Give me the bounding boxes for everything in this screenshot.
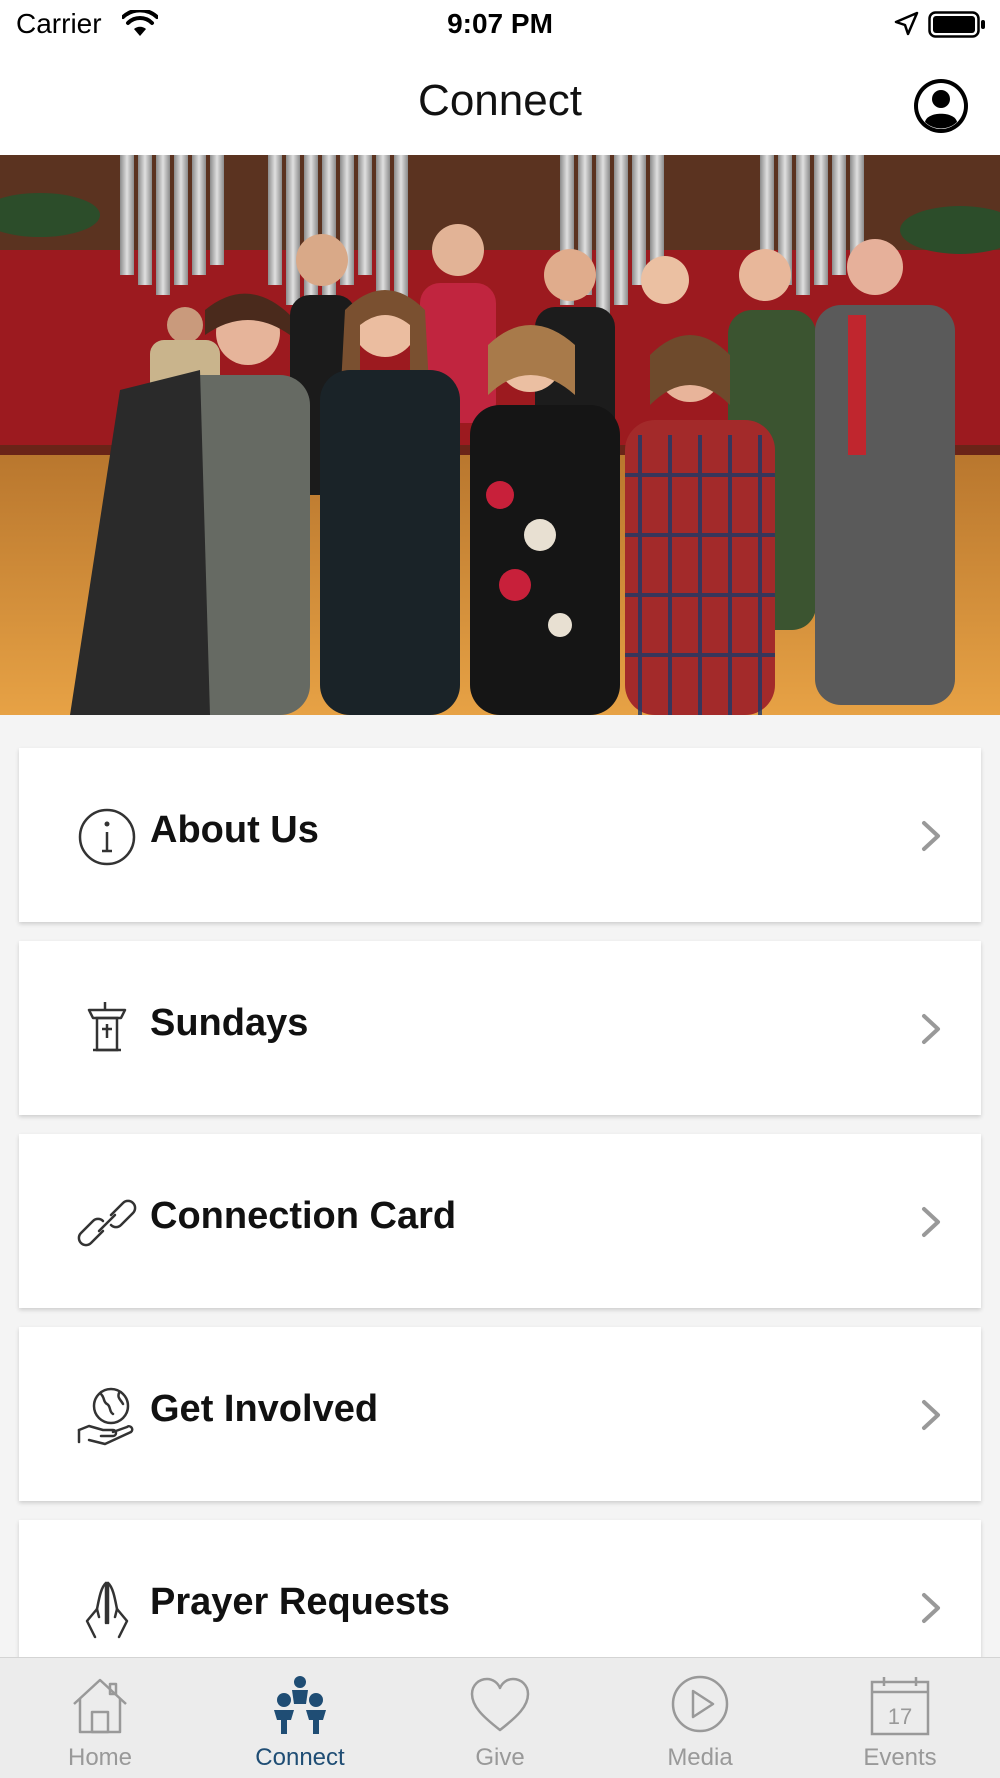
chevron-right-icon [922,1207,940,1237]
tab-connect[interactable]: Connect [200,1658,400,1778]
pulpit-icon [87,1002,127,1052]
chevron-right-icon [922,821,940,851]
tab-label: Connect [255,1744,345,1771]
calendar-day: 17 [888,1704,912,1729]
menu-item-label: About Us [150,809,319,851]
profile-icon[interactable] [912,77,970,135]
menu-item-connection-card[interactable]: Connection Card [19,1134,981,1308]
tab-label: Home [67,1744,133,1771]
heart-icon [470,1677,530,1732]
location-arrow-icon [894,11,919,36]
chevron-right-icon [922,1014,940,1044]
tab-give[interactable]: Give [400,1658,600,1778]
tab-events[interactable]: 17 Events [800,1658,1000,1778]
menu-item-sundays[interactable]: Sundays [19,941,981,1115]
tab-label: Give [475,1744,525,1771]
tab-media[interactable]: Media [600,1658,800,1778]
clock: 9:07 PM [447,8,553,39]
page-title: Connect [418,76,582,125]
navigation-header: Connect [0,50,1000,155]
tab-label: Media [667,1744,733,1771]
menu-item-label: Sundays [150,1002,309,1044]
menu-item-label: Prayer Requests [150,1581,450,1623]
globe-hand-icon [77,1387,134,1446]
people-icon [274,1676,326,1734]
link-icon [77,1199,137,1247]
play-circle-icon [671,1675,729,1733]
group-photo-image [0,155,1000,715]
chevron-right-icon [922,1593,940,1623]
menu-item-about-us[interactable]: About Us [19,748,981,922]
menu-item-label: Get Involved [150,1388,379,1430]
tab-home[interactable]: Home [0,1658,200,1778]
status-bar: Carrier 9:07 PM [0,0,1000,50]
tab-label: Events [863,1744,937,1771]
praying-hands-icon [85,1581,129,1639]
menu-item-label: Connection Card [150,1195,457,1237]
hero-photo [0,155,1000,715]
tab-bar: Home Connect Give Media 17 Events [0,1657,1000,1778]
menu-item-get-involved[interactable]: Get Involved [19,1327,981,1501]
calendar-icon: 17 [870,1677,930,1736]
house-icon [73,1678,127,1734]
chevron-right-icon [922,1400,940,1430]
battery-icon [928,11,985,38]
info-circle-icon [78,808,136,866]
